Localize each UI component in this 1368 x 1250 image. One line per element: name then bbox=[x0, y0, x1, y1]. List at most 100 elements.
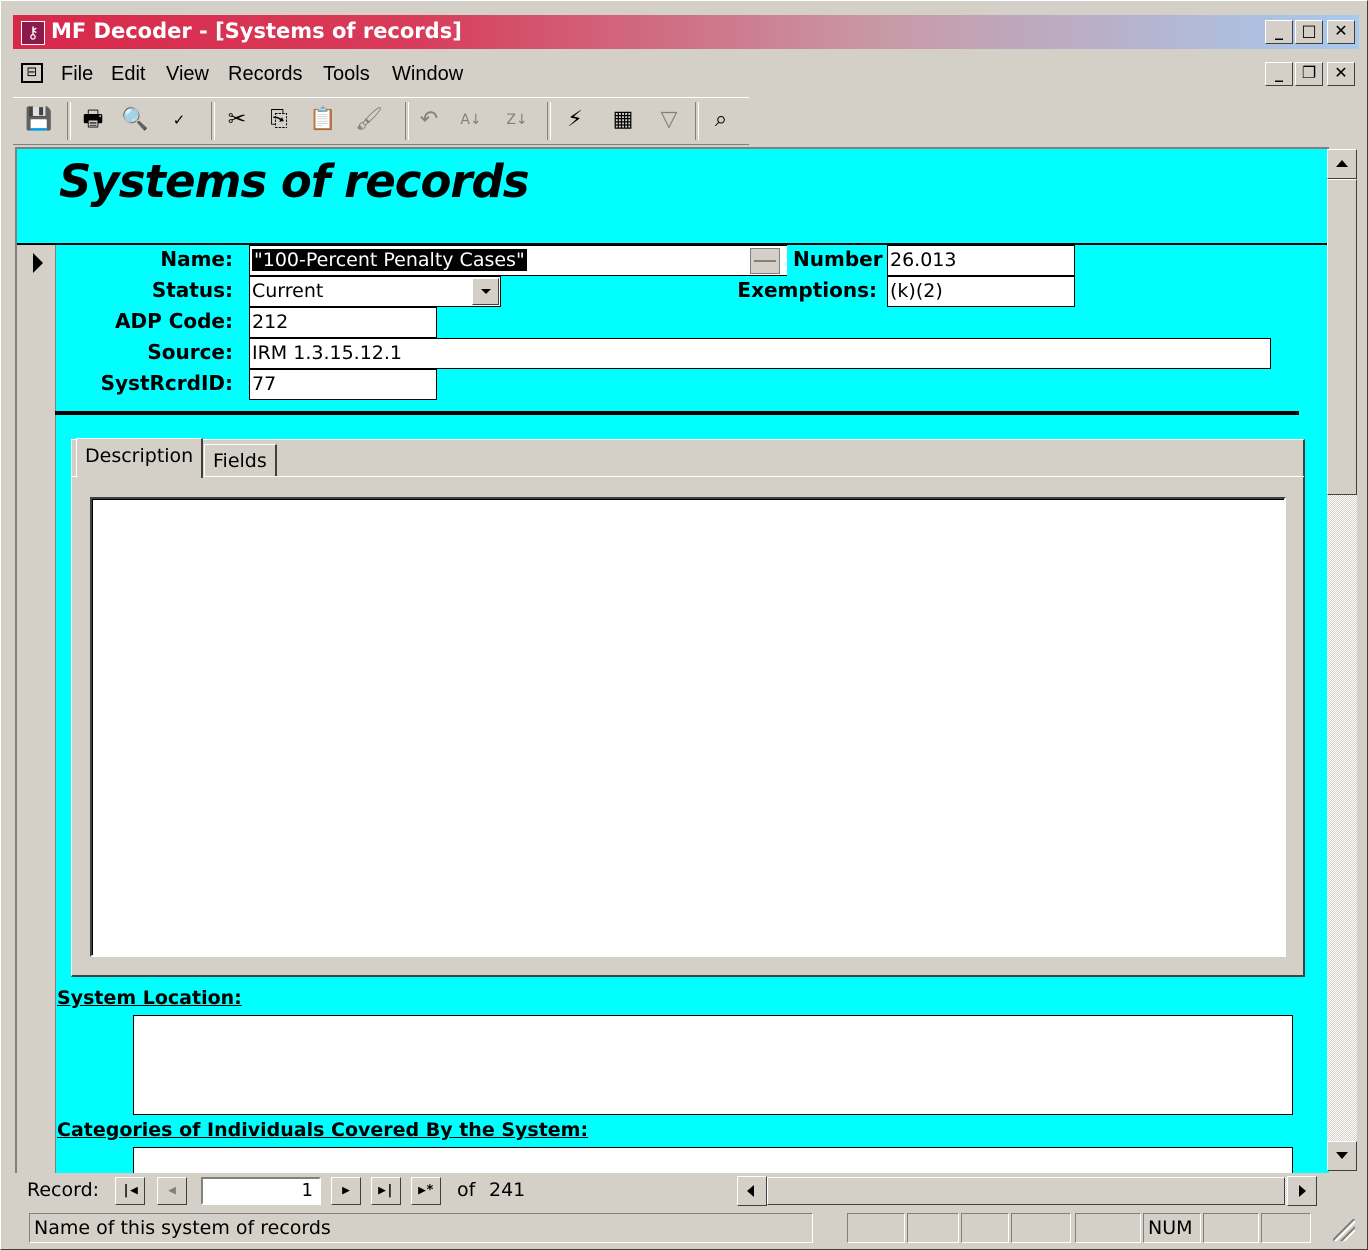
status-panel bbox=[1261, 1213, 1311, 1243]
previous-record-button[interactable]: ◀ bbox=[157, 1177, 187, 1205]
access-key-icon[interactable]: ⚷ bbox=[21, 21, 45, 45]
menu-edit[interactable]: Edit bbox=[111, 63, 145, 86]
doc-restore-button[interactable]: ❐ bbox=[1295, 62, 1323, 86]
record-label: Record: bbox=[27, 1179, 100, 1201]
system-location-textbox[interactable] bbox=[133, 1015, 1293, 1115]
print-preview-icon[interactable]: 🔍 bbox=[119, 104, 151, 136]
status-panel bbox=[907, 1213, 959, 1243]
status-panel bbox=[1011, 1213, 1071, 1243]
print-icon[interactable]: 🖶 bbox=[77, 104, 109, 136]
systrcrdid-field[interactable]: 77 bbox=[249, 369, 437, 400]
scroll-up-button[interactable] bbox=[1327, 149, 1357, 179]
adp-code-field[interactable]: 212 bbox=[249, 307, 437, 338]
scroll-down-button[interactable] bbox=[1327, 1141, 1357, 1171]
status-panel bbox=[1203, 1213, 1259, 1243]
categories-textbox[interactable] bbox=[133, 1147, 1293, 1173]
copy-icon[interactable]: ⎘ bbox=[263, 104, 295, 136]
form-title: Systems of records bbox=[59, 155, 530, 208]
status-bar: Name of this system of records NUM bbox=[15, 1211, 1359, 1245]
form-header: Systems of records bbox=[17, 149, 1329, 245]
toolbar-separator bbox=[695, 102, 699, 140]
exemptions-field[interactable]: (k)(2) bbox=[887, 276, 1075, 307]
sort-descending-icon[interactable]: Z↓ bbox=[501, 104, 533, 136]
section-divider bbox=[55, 411, 1299, 415]
toolbar-separator bbox=[211, 102, 215, 140]
chevron-down-icon[interactable] bbox=[472, 278, 499, 305]
last-record-button[interactable]: ▶| bbox=[371, 1177, 401, 1205]
tab-description[interactable]: Description bbox=[76, 438, 204, 478]
status-label: Status: bbox=[151, 278, 233, 302]
format-painter-icon[interactable]: 🖌 bbox=[353, 104, 385, 136]
sort-ascending-icon[interactable]: A↓ bbox=[455, 104, 487, 136]
window-title: MF Decoder - [Systems of records] bbox=[51, 19, 462, 43]
new-record-button[interactable]: ▶* bbox=[411, 1177, 441, 1205]
number-field[interactable]: 26.013 bbox=[887, 245, 1075, 276]
toolbar-separator bbox=[405, 102, 409, 140]
menu-tools[interactable]: Tools bbox=[323, 63, 370, 86]
spelling-icon[interactable]: ✓ bbox=[163, 104, 195, 136]
doc-minimize-button[interactable]: _ bbox=[1265, 62, 1293, 86]
scroll-left-button[interactable] bbox=[737, 1176, 767, 1206]
paste-icon[interactable]: 📋 bbox=[307, 104, 339, 136]
scroll-right-button[interactable] bbox=[1287, 1176, 1317, 1206]
resize-grip-icon[interactable] bbox=[1333, 1219, 1355, 1241]
status-panel bbox=[847, 1213, 905, 1243]
first-record-button[interactable]: |◀ bbox=[115, 1177, 145, 1205]
title-bar[interactable]: ⚷ MF Decoder - [Systems of records] _ □ … bbox=[13, 15, 1359, 49]
record-selector[interactable] bbox=[17, 245, 56, 1173]
tab-control: Description Fields bbox=[71, 438, 1305, 977]
filter-by-form-icon[interactable]: ▦ bbox=[607, 104, 639, 136]
menu-file[interactable]: File bbox=[61, 63, 93, 86]
status-panel bbox=[1075, 1213, 1141, 1243]
maximize-button[interactable]: □ bbox=[1295, 20, 1323, 44]
cut-icon[interactable]: ✂ bbox=[221, 104, 253, 136]
source-label: Source: bbox=[147, 340, 233, 364]
system-location-label: System Location: bbox=[57, 987, 242, 1009]
toolbar: 💾 🖶 🔍 ✓ ✂ ⎘ 📋 🖌 ↶ A↓ Z↓ ⚡ ▦ ▽ ⌕ bbox=[13, 97, 749, 145]
doc-close-button[interactable]: ✕ bbox=[1327, 62, 1355, 86]
num-lock-indicator: NUM bbox=[1143, 1213, 1201, 1243]
categories-label: Categories of Individuals Covered By the… bbox=[57, 1119, 589, 1141]
status-value: Current bbox=[252, 280, 324, 302]
close-button[interactable]: ✕ bbox=[1327, 20, 1355, 44]
undo-icon[interactable]: ↶ bbox=[413, 104, 445, 136]
source-field[interactable]: IRM 1.3.15.12.1 bbox=[249, 338, 1271, 369]
apply-filter-icon[interactable]: ▽ bbox=[653, 104, 685, 136]
status-message: Name of this system of records bbox=[29, 1213, 813, 1243]
record-number-input[interactable]: 1 bbox=[201, 1177, 321, 1205]
form-icon[interactable]: ⊟ bbox=[21, 63, 43, 83]
exemptions-label: Exemptions: bbox=[737, 278, 877, 302]
description-textbox[interactable] bbox=[90, 497, 1286, 957]
vertical-scrollbar[interactable] bbox=[1327, 149, 1357, 1171]
save-icon[interactable]: 💾 bbox=[23, 104, 55, 136]
minimize-button[interactable]: _ bbox=[1265, 20, 1293, 44]
menu-view[interactable]: View bbox=[166, 63, 209, 86]
status-combobox[interactable]: Current bbox=[249, 276, 501, 307]
form-canvas: Systems of records Name: "100-Percent Pe… bbox=[15, 147, 1329, 1173]
find-icon[interactable]: ⌕ bbox=[705, 104, 737, 136]
menu-bar: ⊟ File Edit View Records Tools Window _ … bbox=[13, 57, 1359, 93]
status-panel bbox=[961, 1213, 1009, 1243]
adp-code-label: ADP Code: bbox=[115, 309, 233, 333]
vertical-scroll-thumb[interactable] bbox=[1327, 179, 1357, 495]
toolbar-separator bbox=[547, 102, 551, 140]
of-label: of bbox=[457, 1179, 476, 1201]
total-records: 241 bbox=[489, 1179, 526, 1201]
current-record-icon bbox=[33, 253, 43, 273]
number-label: Number bbox=[793, 247, 883, 271]
horizontal-scroll-thumb[interactable] bbox=[767, 1177, 1285, 1205]
horizontal-scrollbar[interactable] bbox=[737, 1176, 1317, 1206]
next-record-button[interactable]: ▶ bbox=[331, 1177, 361, 1205]
name-spin-control[interactable] bbox=[750, 248, 780, 274]
systrcrdid-label: SystRcrdID: bbox=[100, 371, 233, 395]
name-label: Name: bbox=[160, 247, 233, 271]
name-field[interactable]: "100-Percent Penalty Cases" bbox=[249, 245, 787, 276]
record-navigation-bar: Record: |◀ ◀ 1 ▶ ▶| ▶* of 241 bbox=[15, 1173, 1327, 1209]
toolbar-separator bbox=[67, 102, 71, 140]
tab-page-description bbox=[72, 476, 1304, 975]
filter-by-selection-icon[interactable]: ⚡ bbox=[559, 104, 591, 136]
name-value: "100-Percent Penalty Cases" bbox=[252, 249, 527, 271]
menu-records[interactable]: Records bbox=[228, 63, 302, 86]
menu-window[interactable]: Window bbox=[392, 63, 463, 86]
tab-fields[interactable]: Fields bbox=[204, 444, 277, 476]
